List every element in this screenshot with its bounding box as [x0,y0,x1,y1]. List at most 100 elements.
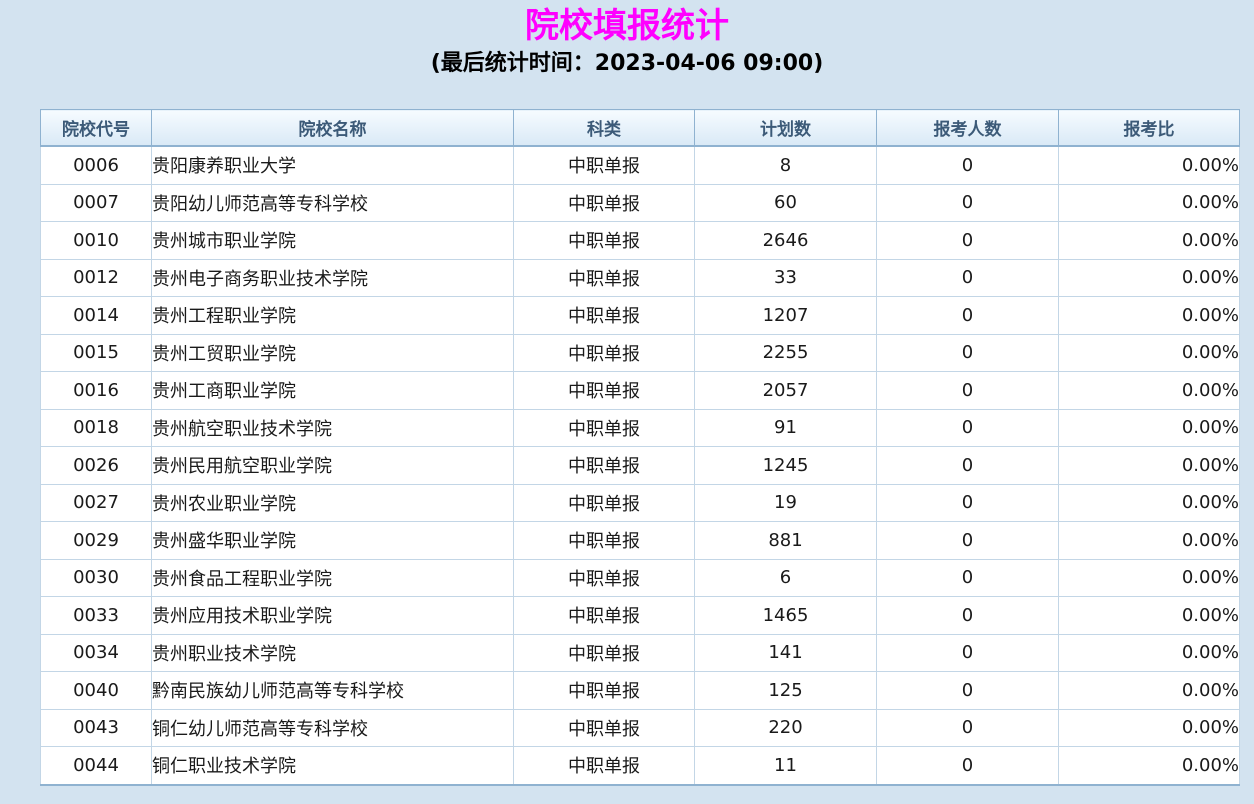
applicant-count-cell: 0 [876,709,1059,747]
applicant-count-cell: 0 [876,446,1059,485]
category-cell: 中职单报 [513,334,695,372]
ratio-cell: 0.00% [1058,634,1240,672]
applicant-count-cell: 0 [876,221,1059,260]
category-cell: 中职单报 [513,296,695,335]
table-row: 0010 贵州城市职业学院 中职单报 2646 0 0.00% [40,221,1240,260]
applicant-count-cell: 0 [876,634,1059,672]
plan-count-cell: 1465 [694,596,877,635]
ratio-cell: 0.00% [1058,709,1240,747]
category-cell: 中职单报 [513,446,695,485]
school-code-cell: 0007 [40,184,152,222]
category-cell: 中职单报 [513,484,695,522]
table-row: 0018 贵州航空职业技术学院 中职单报 91 0 0.00% [40,409,1240,447]
applicant-count-cell: 0 [876,146,1059,185]
school-name-cell: 贵州工贸职业学院 [151,334,514,372]
school-code-cell: 0026 [40,446,152,485]
school-name-cell: 贵州工商职业学院 [151,371,514,410]
table-row: 0026 贵州民用航空职业学院 中职单报 1245 0 0.00% [40,446,1240,485]
school-code-cell: 0015 [40,334,152,372]
category-cell: 中职单报 [513,634,695,672]
column-header-name[interactable]: 院校名称 [151,109,514,147]
category-cell: 中职单报 [513,259,695,297]
school-name-cell: 贵州盛华职业学院 [151,521,514,560]
plan-count-cell: 11 [694,746,877,786]
category-cell: 中职单报 [513,559,695,597]
school-code-cell: 0027 [40,484,152,522]
category-cell: 中职单报 [513,146,695,185]
school-code-cell: 0044 [40,746,152,786]
plan-count-cell: 8 [694,146,877,185]
ratio-cell: 0.00% [1058,146,1240,185]
ratio-cell: 0.00% [1058,296,1240,335]
page-subtitle: (最后统计时间：2023-04-06 09:00) [430,51,824,76]
school-code-cell: 0043 [40,709,152,747]
school-name-cell: 贵州农业职业学院 [151,484,514,522]
ratio-cell: 0.00% [1058,371,1240,410]
ratio-cell: 0.00% [1058,221,1240,260]
school-name-cell: 贵州城市职业学院 [151,221,514,260]
school-name-cell: 贵阳康养职业大学 [151,146,514,185]
school-code-cell: 0010 [40,221,152,260]
school-code-cell: 0006 [40,146,152,185]
ratio-cell: 0.00% [1058,259,1240,297]
applicant-count-cell: 0 [876,296,1059,335]
plan-count-cell: 141 [694,634,877,672]
school-name-cell: 贵州航空职业技术学院 [151,409,514,447]
school-name-cell: 贵州电子商务职业技术学院 [151,259,514,297]
plan-count-cell: 2057 [694,371,877,410]
school-name-cell: 贵州工程职业学院 [151,296,514,335]
column-header-plan[interactable]: 计划数 [694,109,877,147]
applicant-count-cell: 0 [876,521,1059,560]
applicant-count-cell: 0 [876,746,1059,786]
applicant-count-cell: 0 [876,671,1059,710]
applicant-count-cell: 0 [876,259,1059,297]
table-row: 0027 贵州农业职业学院 中职单报 19 0 0.00% [40,484,1240,522]
ratio-cell: 0.00% [1058,409,1240,447]
school-name-cell: 铜仁幼儿师范高等专科学校 [151,709,514,747]
column-header-code[interactable]: 院校代号 [40,109,152,147]
plan-count-cell: 60 [694,184,877,222]
category-cell: 中职单报 [513,221,695,260]
school-name-cell: 铜仁职业技术学院 [151,746,514,786]
column-header-ratio[interactable]: 报考比 [1058,109,1240,147]
table-row: 0012 贵州电子商务职业技术学院 中职单报 33 0 0.00% [40,259,1240,297]
school-name-cell: 贵州应用技术职业学院 [151,596,514,635]
school-code-cell: 0030 [40,559,152,597]
ratio-cell: 0.00% [1058,559,1240,597]
plan-count-cell: 19 [694,484,877,522]
ratio-cell: 0.00% [1058,671,1240,710]
ratio-cell: 0.00% [1058,521,1240,560]
school-name-cell: 贵阳幼儿师范高等专科学校 [151,184,514,222]
category-cell: 中职单报 [513,371,695,410]
applicant-count-cell: 0 [876,371,1059,410]
plan-count-cell: 33 [694,259,877,297]
category-cell: 中职单报 [513,184,695,222]
table-row: 0043 铜仁幼儿师范高等专科学校 中职单报 220 0 0.00% [40,709,1240,747]
column-header-applicants[interactable]: 报考人数 [876,109,1059,147]
applicant-count-cell: 0 [876,559,1059,597]
applicant-count-cell: 0 [876,484,1059,522]
ratio-cell: 0.00% [1058,184,1240,222]
table-header-row: 院校代号 院校名称 科类 计划数 报考人数 报考比 [40,109,1240,147]
applicant-count-cell: 0 [876,334,1059,372]
category-cell: 中职单报 [513,521,695,560]
school-name-cell: 贵州职业技术学院 [151,634,514,672]
table-row: 0016 贵州工商职业学院 中职单报 2057 0 0.00% [40,371,1240,410]
applicant-count-cell: 0 [876,409,1059,447]
ratio-cell: 0.00% [1058,334,1240,372]
stats-table: 院校代号 院校名称 科类 计划数 报考人数 报考比 0006 贵阳康养职业大学 中职… [40,109,1240,786]
table-row: 0034 贵州职业技术学院 中职单报 141 0 0.00% [40,634,1240,672]
school-code-cell: 0034 [40,634,152,672]
plan-count-cell: 2646 [694,221,877,260]
ratio-cell: 0.00% [1058,596,1240,635]
school-name-cell: 贵州民用航空职业学院 [151,446,514,485]
category-cell: 中职单报 [513,596,695,635]
ratio-cell: 0.00% [1058,746,1240,786]
school-code-cell: 0018 [40,409,152,447]
table-row: 0014 贵州工程职业学院 中职单报 1207 0 0.00% [40,296,1240,335]
school-code-cell: 0033 [40,596,152,635]
table-row: 0007 贵阳幼儿师范高等专科学校 中职单报 60 0 0.00% [40,184,1240,222]
table-row: 0015 贵州工贸职业学院 中职单报 2255 0 0.00% [40,334,1240,372]
table-row: 0040 黔南民族幼儿师范高等专科学校 中职单报 125 0 0.00% [40,671,1240,710]
column-header-category[interactable]: 科类 [513,109,695,147]
